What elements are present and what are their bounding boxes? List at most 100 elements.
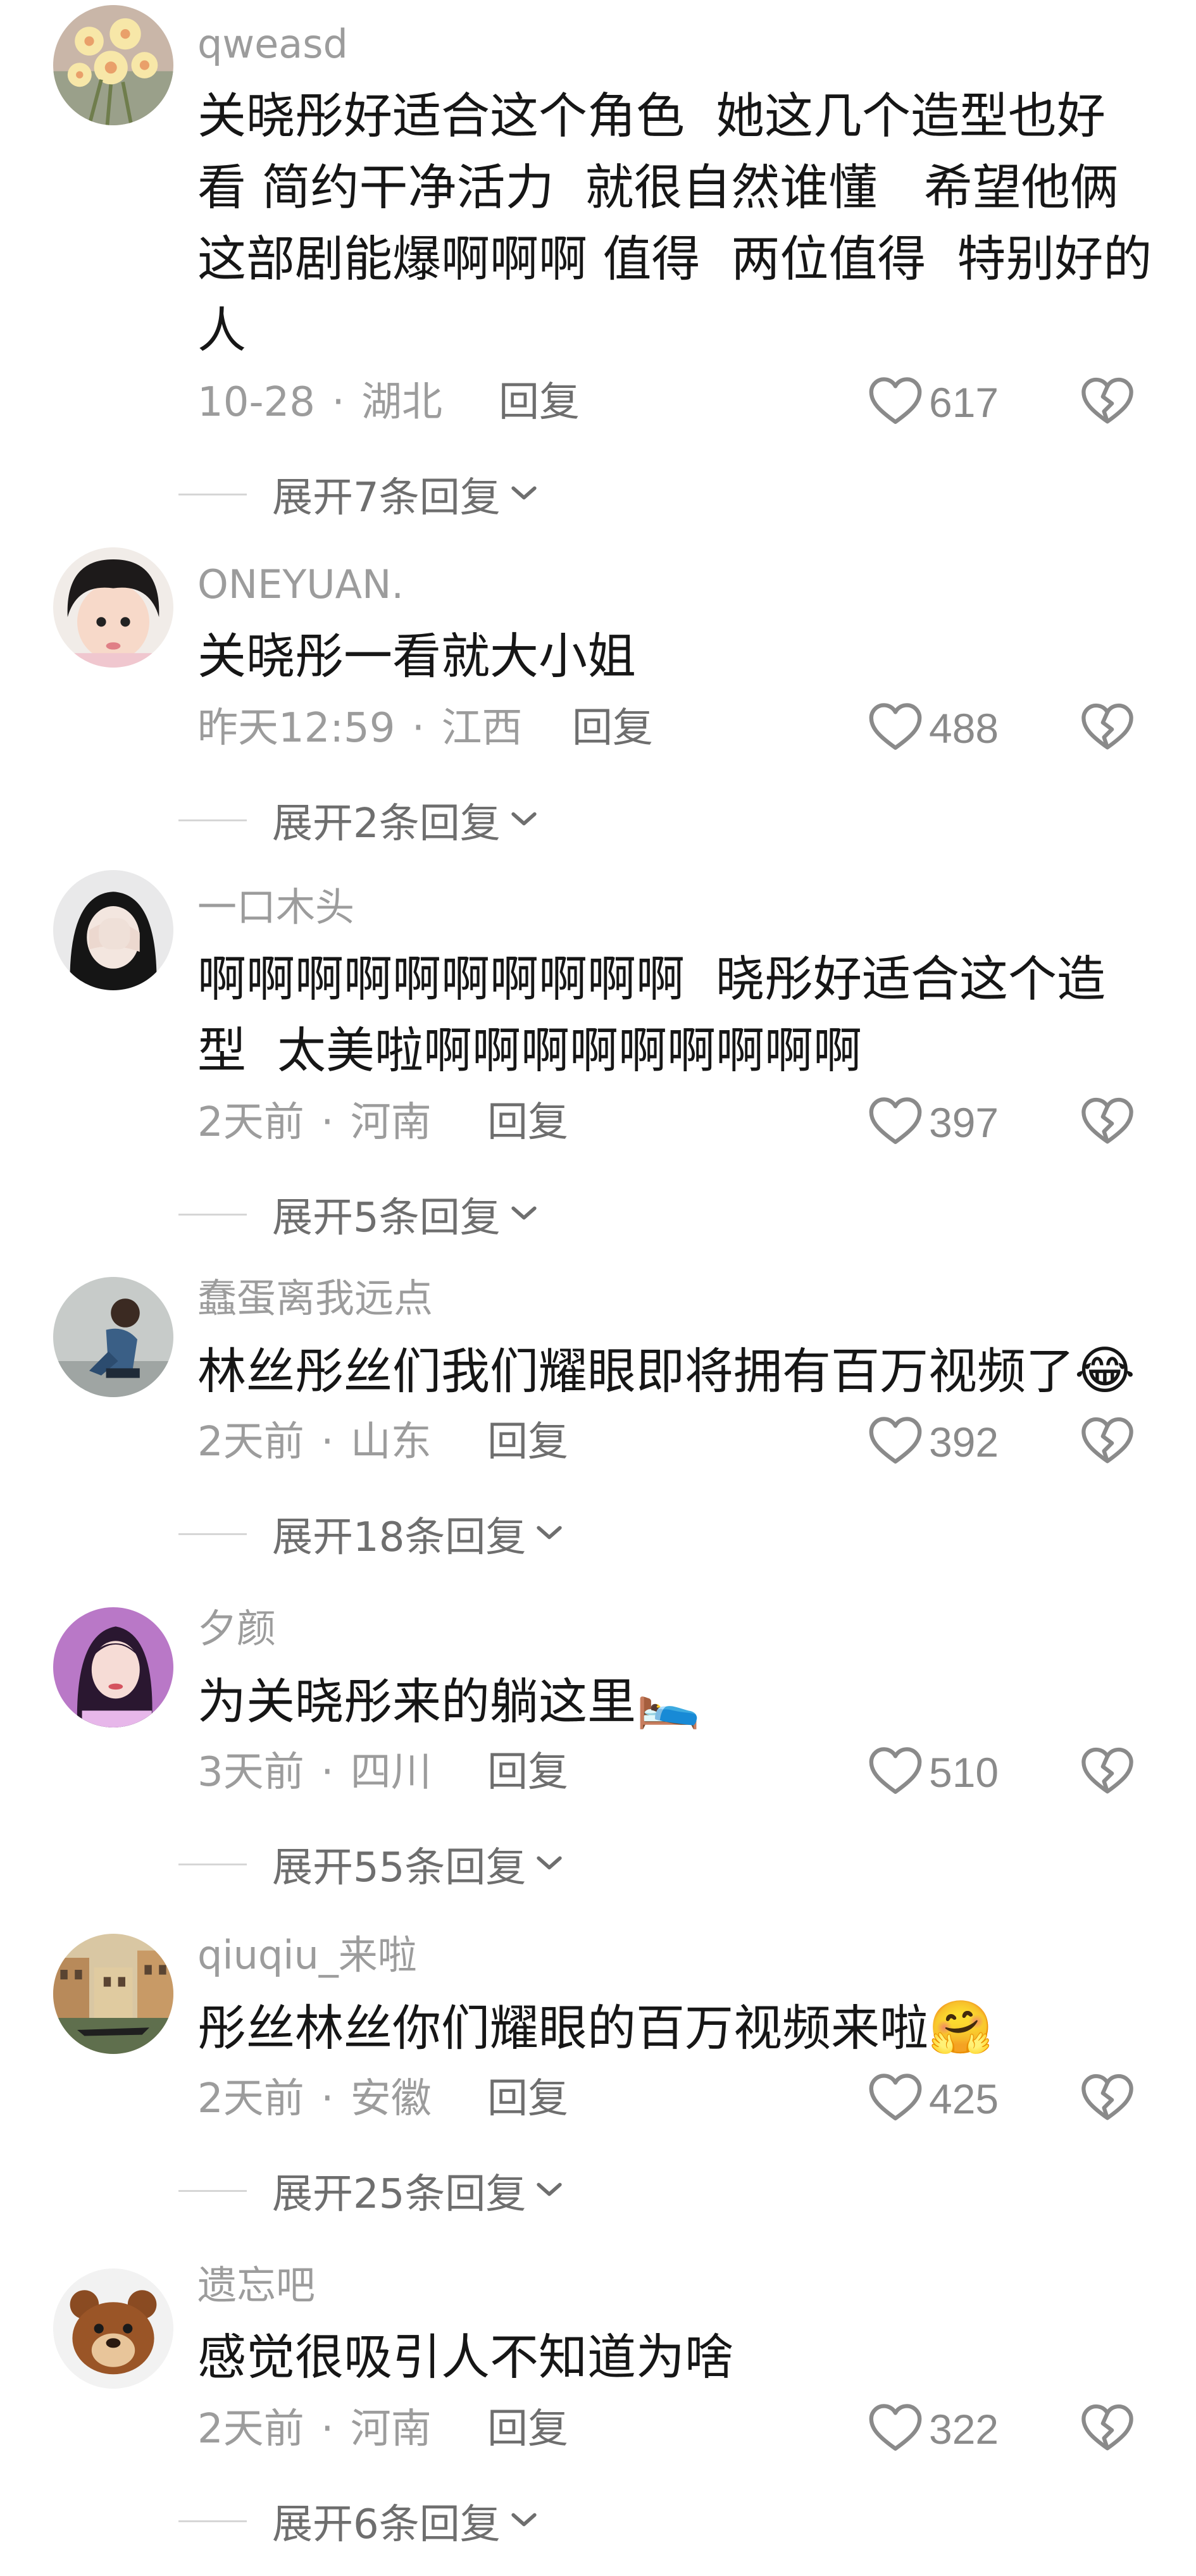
- comment-meta: 2天前 · 河南: [197, 1096, 432, 1149]
- reply-button[interactable]: 回复: [572, 702, 653, 755]
- username[interactable]: 夕颜: [197, 1602, 276, 1655]
- dislike-button[interactable]: [1079, 376, 1136, 429]
- comment-location: 江西: [441, 705, 523, 752]
- comment-text-line: 看 简约干净活力 就很自然谁懂 希望他俩: [197, 160, 1119, 216]
- meta-separator: ·: [399, 705, 438, 752]
- avatar[interactable]: [53, 547, 173, 668]
- expand-replies-button[interactable]: 展开25条回复: [178, 2164, 564, 2218]
- username[interactable]: ONEYUAN.: [197, 558, 404, 611]
- username[interactable]: 遗忘吧: [197, 2259, 315, 2312]
- comment-text: 为关晓彤来的躺这里🛌: [197, 1665, 1172, 1738]
- comment-time: 2天前: [197, 1099, 304, 1146]
- dislike-button[interactable]: [1079, 1096, 1136, 1149]
- comment-text: 关晓彤好适合这个角色 她这几个造型也好看 简约干净活力 就很自然谁懂 希望他俩这…: [197, 81, 1172, 367]
- broken-heart-icon: [1080, 376, 1135, 429]
- expand-replies-button[interactable]: 展开5条回复: [178, 1188, 539, 1241]
- chevron-down-icon: [501, 809, 539, 831]
- expand-replies-label: 展开55条回复: [272, 1845, 526, 1891]
- expand-replies-button[interactable]: 展开7条回复: [178, 468, 539, 521]
- comment-meta: 昨天12:59 · 江西: [197, 702, 522, 755]
- heart-outline-icon: [867, 702, 924, 755]
- expand-replies-button[interactable]: 展开6条回复: [178, 2494, 539, 2548]
- comment-meta: 2天前 · 河南: [197, 2403, 432, 2456]
- reply-button[interactable]: 回复: [487, 1416, 568, 1469]
- comment-text: 啊啊啊啊啊啊啊啊啊啊 晓彤好适合这个造型 太美啦啊啊啊啊啊啊啊啊啊: [197, 944, 1172, 1087]
- comment-meta: 10-28 · 湖北: [197, 376, 442, 429]
- expand-replies-button[interactable]: 展开55条回复: [178, 1838, 564, 1891]
- expand-replies-label: 展开7条回复: [272, 475, 501, 521]
- broken-heart-icon: [1080, 2403, 1135, 2456]
- avatar[interactable]: [53, 1934, 173, 2054]
- meta-separator: ·: [308, 1099, 347, 1146]
- comment-text-line: 型 太美啦啊啊啊啊啊啊啊啊啊: [197, 1023, 862, 1080]
- like-button[interactable]: 392: [867, 1416, 999, 1469]
- expand-replies-button[interactable]: 展开18条回复: [178, 1507, 564, 1561]
- comment-text-line: 关晓彤一看就大小姐: [197, 629, 636, 685]
- comment-location: 湖北: [361, 379, 442, 426]
- divider: [178, 819, 247, 821]
- broken-heart-icon: [1080, 2072, 1135, 2125]
- reply-button[interactable]: 回复: [487, 1746, 568, 1799]
- meta-separator: ·: [308, 2406, 347, 2453]
- like-count: 617: [929, 379, 999, 426]
- comment-time: 10-28: [197, 379, 315, 426]
- like-button[interactable]: 425: [867, 2072, 999, 2125]
- username[interactable]: 一口木头: [197, 881, 354, 934]
- like-count: 322: [929, 2406, 999, 2453]
- emoji: 🤗: [928, 1998, 994, 2058]
- heart-outline-icon: [867, 2072, 924, 2125]
- comment-text: 林丝彤丝们我们耀眼即将拥有百万视频了😂: [197, 1335, 1172, 1408]
- dislike-button[interactable]: [1079, 1746, 1136, 1799]
- avatar[interactable]: [53, 1607, 173, 1727]
- comment-time: 3天前: [197, 1749, 304, 1796]
- comment-location: 四川: [350, 1749, 432, 1796]
- expand-replies-button[interactable]: 展开2条回复: [178, 793, 539, 847]
- chevron-down-icon: [526, 1853, 564, 1875]
- reply-button[interactable]: 回复: [487, 1096, 568, 1149]
- avatar[interactable]: [53, 1277, 173, 1397]
- avatar[interactable]: [53, 2268, 173, 2389]
- like-count: 510: [929, 1749, 999, 1796]
- chevron-down-icon: [501, 2510, 539, 2532]
- chevron-down-icon: [526, 1523, 564, 1545]
- username[interactable]: qiuqiu_来啦: [197, 1929, 417, 1982]
- meta-separator: ·: [308, 2075, 347, 2122]
- comment-text-line: 关晓彤好适合这个角色 她这几个造型也好: [197, 89, 1106, 145]
- divider: [178, 1213, 247, 1216]
- avatar[interactable]: [53, 870, 173, 990]
- like-button[interactable]: 488: [867, 702, 999, 755]
- reply-button[interactable]: 回复: [487, 2403, 568, 2456]
- comment-text-line: 人: [197, 303, 246, 359]
- comment-text: 关晓彤一看就大小姐: [197, 621, 1172, 693]
- comment-text-line: 林丝彤丝们我们耀眼即将拥有百万视频了😂: [197, 1341, 1135, 1401]
- divider: [178, 1533, 247, 1535]
- heart-outline-icon: [867, 1746, 924, 1799]
- reply-button[interactable]: 回复: [499, 376, 580, 429]
- dislike-button[interactable]: [1079, 2403, 1136, 2456]
- username[interactable]: 蠢蛋离我远点: [197, 1272, 433, 1325]
- chevron-down-icon: [501, 483, 539, 505]
- chevron-down-icon: [501, 1204, 539, 1225]
- like-button[interactable]: 617: [867, 376, 999, 429]
- username[interactable]: qweasd: [197, 18, 348, 71]
- comment-location: 河南: [350, 1099, 432, 1146]
- broken-heart-icon: [1080, 1746, 1135, 1799]
- expand-replies-label: 展开18条回复: [272, 1514, 526, 1561]
- reply-button[interactable]: 回复: [487, 2072, 568, 2125]
- dislike-button[interactable]: [1079, 702, 1136, 755]
- divider: [178, 1863, 247, 1865]
- like-button[interactable]: 322: [867, 2403, 999, 2456]
- comment-meta: 2天前 · 山东: [197, 1416, 432, 1469]
- expand-replies-label: 展开25条回复: [272, 2171, 526, 2218]
- comment-location: 山东: [350, 1419, 432, 1465]
- comment-time: 昨天12:59: [197, 705, 396, 752]
- heart-outline-icon: [867, 1416, 924, 1469]
- dislike-button[interactable]: [1079, 2072, 1136, 2125]
- avatar[interactable]: [53, 5, 173, 125]
- like-count: 392: [929, 1419, 999, 1465]
- like-button[interactable]: 397: [867, 1096, 999, 1149]
- dislike-button[interactable]: [1079, 1416, 1136, 1469]
- comment-text-line: 为关晓彤来的躺这里🛌: [197, 1671, 701, 1731]
- emoji: 🛌: [636, 1671, 701, 1731]
- like-button[interactable]: 510: [867, 1746, 999, 1799]
